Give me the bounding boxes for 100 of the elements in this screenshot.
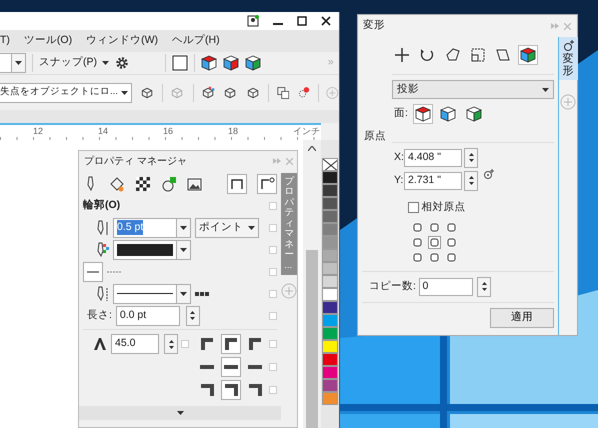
cube-icon[interactable] xyxy=(201,55,218,71)
caret-icon xyxy=(180,226,187,230)
menu-item[interactable]: ウィンドウ(W) xyxy=(86,33,158,49)
miter-field[interactable]: 45.0 xyxy=(111,334,159,354)
apply-button[interactable]: 適用 xyxy=(490,308,554,328)
cube-icon[interactable] xyxy=(245,55,262,71)
color-swatch[interactable] xyxy=(322,223,338,236)
color-swatch[interactable] xyxy=(322,366,338,379)
anchor-point[interactable] xyxy=(445,250,458,264)
no-color-swatch[interactable] xyxy=(322,158,338,171)
corner-style-button[interactable] xyxy=(221,380,241,400)
checkbox[interactable] xyxy=(408,202,419,214)
color-swatch[interactable] xyxy=(322,171,338,184)
checkbox-label[interactable]: 相対原点 xyxy=(422,200,466,216)
anchor-point[interactable] xyxy=(411,236,424,248)
color-swatch[interactable] xyxy=(322,249,338,262)
burst-icon[interactable] xyxy=(297,84,310,100)
small-square-icon xyxy=(269,363,277,371)
color-swatch[interactable] xyxy=(322,340,338,353)
width-field[interactable]: 0.5 pt xyxy=(113,218,177,238)
cube-icon[interactable] xyxy=(223,55,240,71)
dots-icon[interactable] xyxy=(195,290,209,296)
copies-field[interactable]: 0 xyxy=(418,278,473,296)
color-swatch[interactable] xyxy=(322,197,338,210)
menu-item[interactable]: T) xyxy=(0,33,10,49)
section-title: 輪郭(O) xyxy=(83,198,120,213)
spinner[interactable] xyxy=(464,170,478,191)
units-dropdown[interactable]: ポイント xyxy=(195,218,259,238)
side-tab[interactable]: 変形 xyxy=(558,37,578,80)
scrollbar-thumb[interactable] xyxy=(306,250,318,428)
miter-icon[interactable] xyxy=(92,336,108,352)
color-swatch[interactable] xyxy=(322,301,338,314)
face-button[interactable] xyxy=(464,104,484,124)
copy-icon[interactable] xyxy=(276,84,290,100)
color-swatch[interactable] xyxy=(322,262,338,275)
corner-icon xyxy=(225,338,237,350)
x-field[interactable]: 4.408 " xyxy=(404,148,462,167)
face-button[interactable] xyxy=(438,104,458,124)
spinner[interactable] xyxy=(464,148,478,168)
corner-icon xyxy=(248,384,262,396)
spinner[interactable] xyxy=(164,334,178,354)
color-swatch[interactable] xyxy=(322,184,338,197)
color-swatch[interactable] xyxy=(322,327,338,340)
spinner[interactable] xyxy=(186,306,200,326)
small-square-icon xyxy=(269,224,277,232)
fill-icon[interactable] xyxy=(109,176,125,192)
anchor-point[interactable] xyxy=(411,250,424,264)
add-object-icon[interactable] xyxy=(161,176,177,192)
menu-item[interactable]: ツール(O) xyxy=(24,33,72,49)
color-swatch[interactable] xyxy=(322,288,338,301)
corner-icon xyxy=(249,338,261,350)
caret-icon xyxy=(176,411,184,415)
small-square-icon xyxy=(269,386,277,394)
face-button[interactable] xyxy=(413,104,434,124)
color-swatch[interactable] xyxy=(322,353,338,366)
maximize-icon[interactable] xyxy=(297,16,307,26)
color-swatch[interactable] xyxy=(322,210,338,223)
anchor-point[interactable] xyxy=(445,220,458,234)
section-title: 原点 xyxy=(364,129,387,144)
small-square-icon xyxy=(181,340,189,348)
color-swatch[interactable] xyxy=(322,236,338,249)
spinner[interactable] xyxy=(477,276,492,296)
corner-style-button[interactable] xyxy=(221,334,241,354)
scroll-up-icon[interactable] xyxy=(308,146,316,151)
anchor-point[interactable] xyxy=(411,220,424,234)
cube-icon[interactable] xyxy=(518,45,538,65)
anchor-point[interactable] xyxy=(428,250,441,264)
target-icon[interactable] xyxy=(484,169,494,180)
anchor-point[interactable] xyxy=(445,236,458,248)
caret-icon xyxy=(180,292,187,296)
color-swatch[interactable] xyxy=(322,392,338,405)
vanishing-point-dropdown[interactable]: 失点をオブジェクトにロ... xyxy=(0,82,132,102)
anchor-point[interactable] xyxy=(428,220,441,234)
color-swatch[interactable] xyxy=(322,379,338,392)
mode-dropdown[interactable]: 投影 xyxy=(392,80,554,99)
object-icon xyxy=(562,40,574,51)
color-swatch[interactable] xyxy=(322,275,338,288)
dash-icon[interactable] xyxy=(107,268,121,274)
close-icon[interactable] xyxy=(321,16,331,26)
length-field[interactable]: 0.0 pt xyxy=(116,306,180,326)
snap-dropdown[interactable]: スナップ(P) xyxy=(39,55,110,71)
image-icon[interactable] xyxy=(187,176,203,192)
y-field[interactable]: 2.731 " xyxy=(404,172,462,190)
anchor-point[interactable] xyxy=(428,236,441,248)
corner-icon xyxy=(200,384,214,396)
menu-item[interactable]: ヘルプ(H) xyxy=(172,33,220,49)
corner-style-button[interactable] xyxy=(221,357,241,377)
small-square-icon xyxy=(269,340,277,348)
user-icon[interactable] xyxy=(247,15,259,27)
frame-icon[interactable] xyxy=(257,174,277,194)
dropdown[interactable] xyxy=(0,53,26,73)
color-swatch[interactable] xyxy=(322,314,338,327)
square-icon[interactable] xyxy=(172,55,188,71)
panel-title: プロパティ マネージャ xyxy=(84,154,187,168)
move-icon[interactable] xyxy=(392,45,412,65)
settings-icon[interactable] xyxy=(115,56,130,70)
color-dropdown[interactable] xyxy=(113,240,191,260)
line-style-dropdown[interactable] xyxy=(113,284,191,304)
checker-icon[interactable] xyxy=(135,176,151,192)
frame-icon[interactable] xyxy=(227,174,247,194)
